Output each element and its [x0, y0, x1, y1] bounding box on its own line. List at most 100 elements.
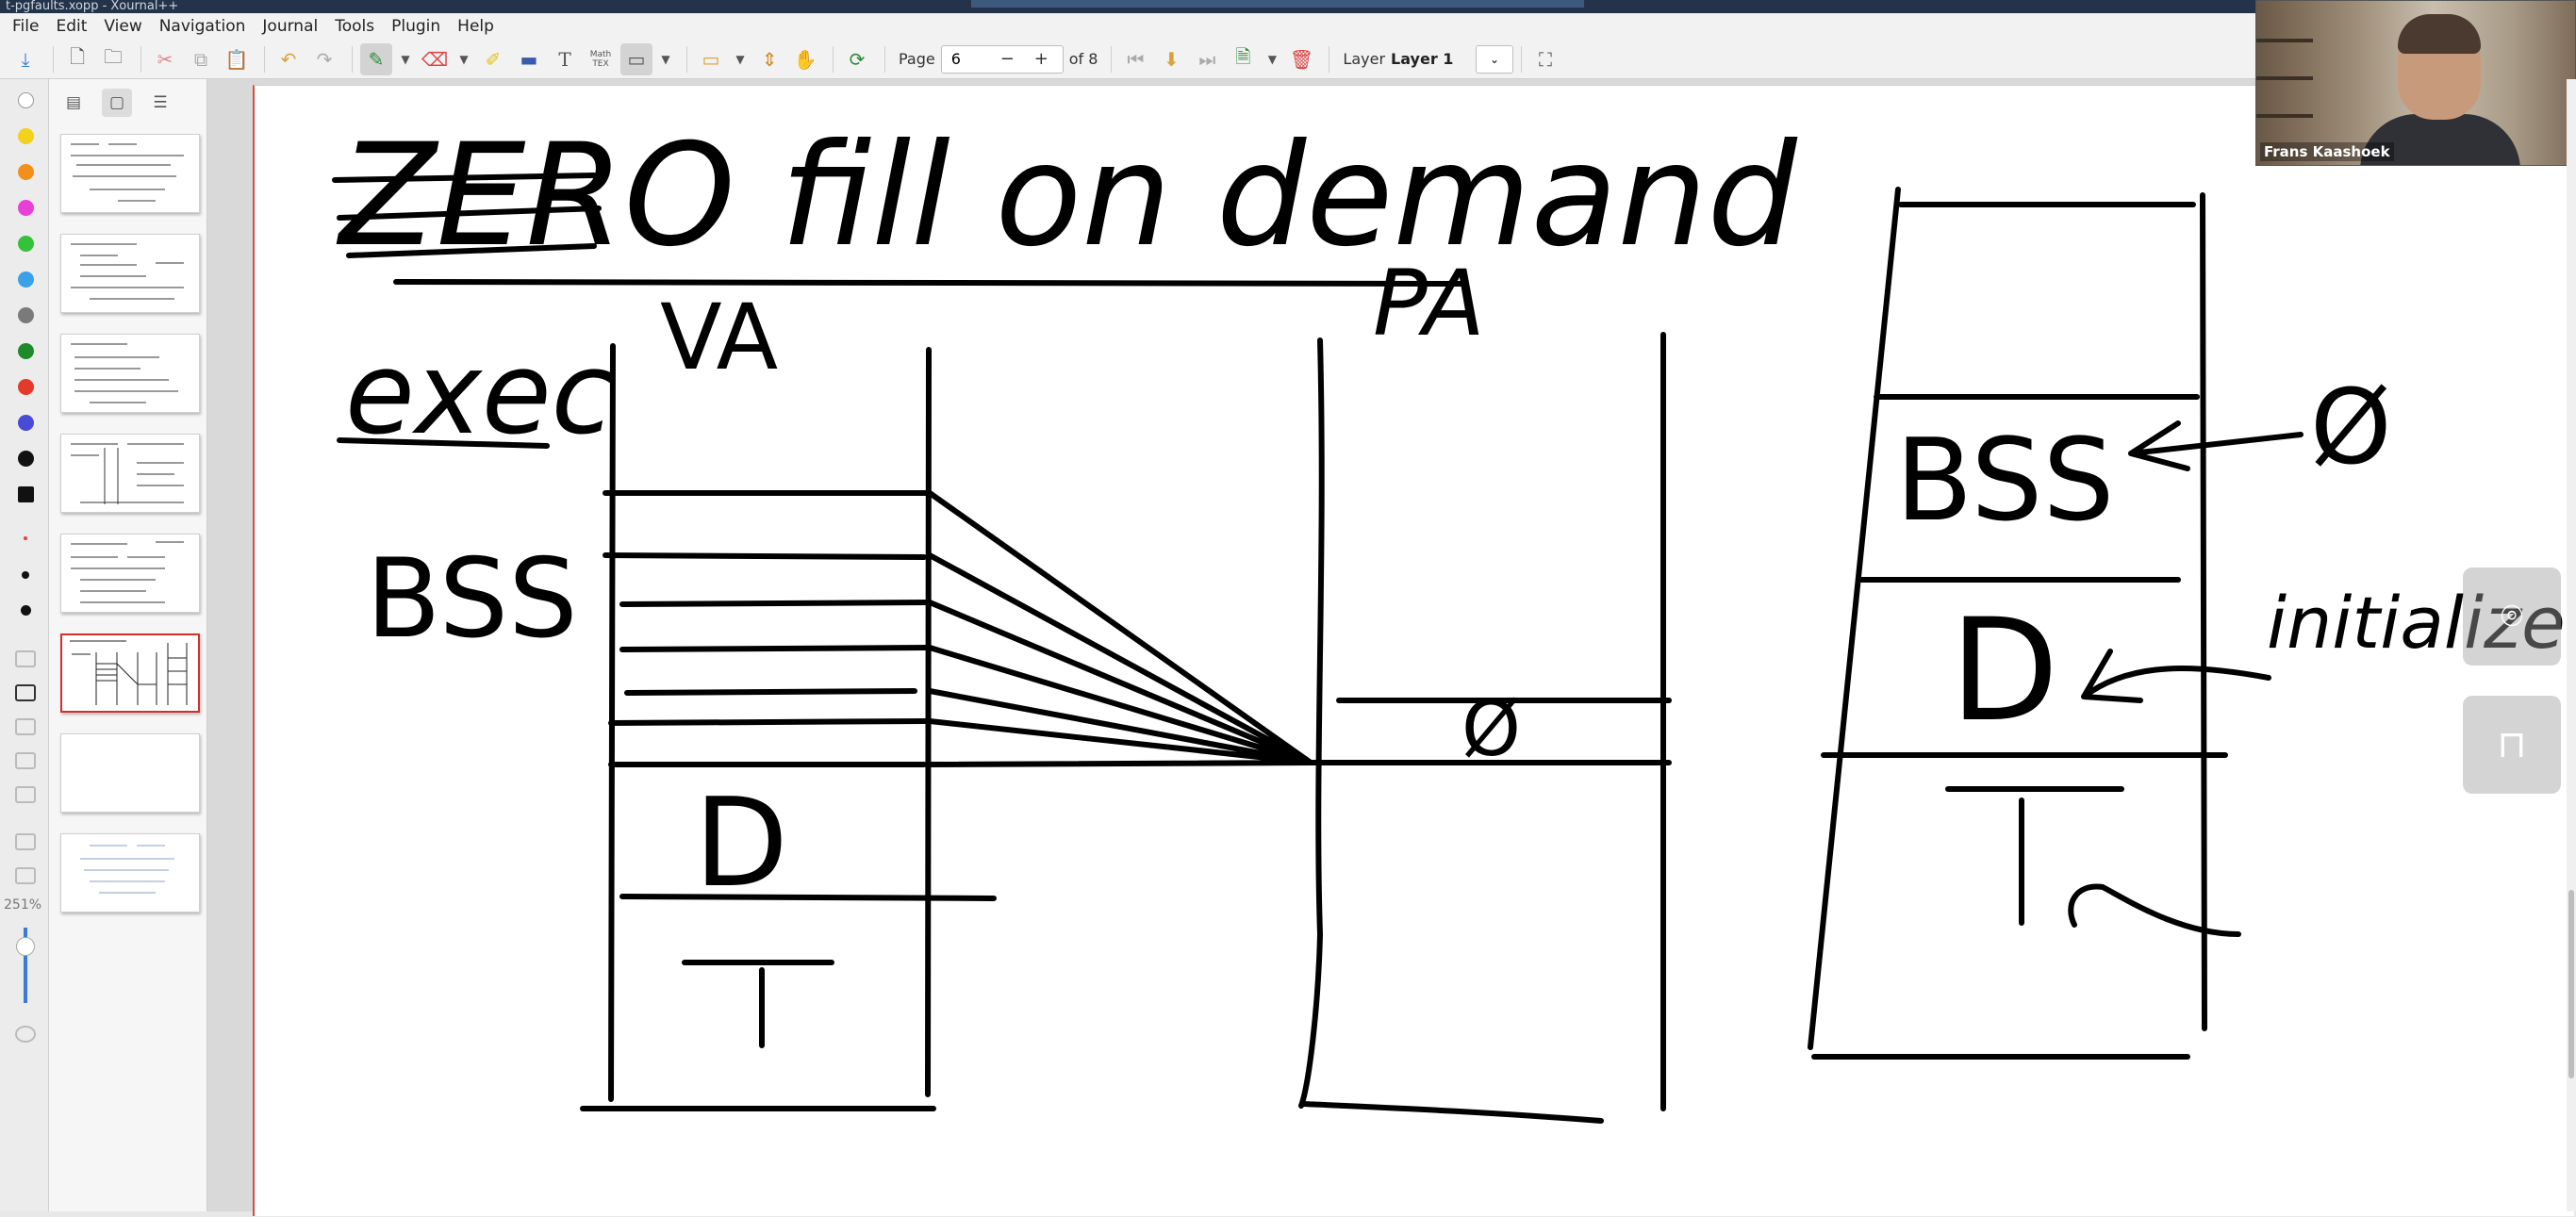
sidebar-tab-pages-icon[interactable]: ▢: [102, 89, 132, 117]
redo-icon[interactable]: ↷: [308, 43, 340, 75]
zoom-fit-icon[interactable]: [15, 867, 36, 884]
vertical-scrollbar[interactable]: [2567, 79, 2576, 1211]
copy-icon[interactable]: ⧉: [185, 43, 217, 75]
color-yellow-swatch[interactable]: [18, 128, 34, 144]
drawing-canvas[interactable]: ZERO fill on demand exec VA PA BSS Ø D T…: [207, 79, 2576, 1216]
page-thumbnail-6[interactable]: [60, 633, 200, 713]
insert-page-dropdown-icon[interactable]: ▼: [1263, 43, 1281, 75]
menu-tools[interactable]: Tools: [326, 17, 383, 36]
page-thumbnail-5[interactable]: [60, 534, 200, 613]
page-thumbnail-4[interactable]: [60, 434, 200, 513]
open-folder-icon[interactable]: 🗀: [97, 43, 129, 75]
pen-size-fine-icon[interactable]: [24, 536, 27, 540]
cut-icon[interactable]: ✂: [149, 43, 181, 75]
page-number-input[interactable]: 6 − +: [940, 44, 1064, 74]
pa-bottom: [1300, 1101, 1604, 1124]
thumbnail-sketch: [71, 443, 184, 504]
scrollbar-thumb[interactable]: [2568, 890, 2574, 1078]
bss-label: BSS: [366, 535, 578, 663]
next-annotated-page-icon[interactable]: ⬇: [1155, 43, 1187, 75]
paste-icon[interactable]: 📋: [221, 43, 253, 75]
menu-journal[interactable]: Journal: [254, 17, 326, 36]
fullscreen-icon[interactable]: ⛶: [1529, 43, 1561, 75]
color-green-swatch[interactable]: [18, 236, 34, 252]
eraser-icon[interactable]: ⌫: [419, 43, 451, 75]
eraser-dropdown-icon[interactable]: ▼: [454, 43, 473, 75]
thumbnail-sketch: [71, 143, 184, 202]
pen-icon[interactable]: ✎: [360, 42, 392, 75]
title-text: ZERO fill on demand: [336, 114, 1798, 278]
unlock-icon[interactable]: ⊓: [2463, 696, 2561, 794]
undo-icon[interactable]: ↶: [272, 43, 305, 75]
select-dropdown-icon[interactable]: ▼: [731, 43, 750, 75]
sidebar-tab-layers-icon[interactable]: ☰: [145, 89, 175, 117]
layer-dropdown-icon[interactable]: ⌄: [1476, 44, 1514, 74]
page-dual-icon[interactable]: [15, 718, 36, 735]
color-light-blue-swatch[interactable]: [18, 271, 34, 288]
shape-recognizer-icon[interactable]: ▭: [620, 42, 652, 75]
color-blue-swatch[interactable]: [18, 415, 34, 431]
zoom-slider-handle[interactable]: [16, 937, 35, 956]
page-thumbnail-7[interactable]: [60, 733, 200, 813]
new-page-icon[interactable]: 🗋: [61, 43, 93, 75]
menu-help[interactable]: Help: [449, 17, 503, 36]
page-minus-button[interactable]: −: [1000, 49, 1015, 69]
color-white-swatch[interactable]: [18, 92, 34, 108]
color-magenta-swatch[interactable]: [18, 200, 34, 216]
layer-select[interactable]: Layer 1: [1391, 45, 1476, 74]
hand-icon[interactable]: ✋: [789, 43, 821, 75]
handwriting: ZERO fill on demand exec VA PA BSS Ø D T…: [336, 114, 2576, 1044]
arrow-zero-to-bss: [2128, 420, 2304, 471]
save-icon[interactable]: ⤓: [9, 43, 41, 75]
refresh-icon[interactable]: ⟳: [841, 43, 873, 75]
page-thumbnail-1[interactable]: [60, 134, 200, 213]
last-page-icon[interactable]: ⏭: [1191, 43, 1223, 75]
page-single-icon[interactable]: [15, 684, 36, 701]
sidebar-tab-outline-icon[interactable]: ▤: [58, 89, 89, 117]
color-dark-green-swatch[interactable]: [18, 343, 34, 359]
color-black-swatch[interactable]: [18, 451, 34, 467]
page-thumbnail-3[interactable]: [60, 334, 200, 413]
menu-edit[interactable]: Edit: [47, 17, 95, 36]
zoom-reset-icon[interactable]: [15, 1026, 36, 1043]
page-total: of 8: [1068, 50, 1098, 68]
pen-size-thick-icon[interactable]: [21, 605, 31, 616]
whiteboard-page[interactable]: ZERO fill on demand exec VA PA BSS Ø D T…: [253, 85, 2576, 1216]
select-rect-icon[interactable]: ▭: [695, 43, 727, 75]
page-continuous-icon[interactable]: [15, 752, 36, 769]
color-red-swatch[interactable]: [18, 379, 34, 395]
vertical-space-icon[interactable]: ⇕: [753, 43, 785, 75]
participant-name: Frans Kaashoek: [2260, 142, 2394, 161]
page-layout-icon[interactable]: [15, 650, 36, 667]
menu-navigation[interactable]: Navigation: [151, 17, 255, 36]
shape-dropdown-icon[interactable]: ▼: [656, 43, 675, 75]
first-page-icon[interactable]: ⏮: [1119, 43, 1151, 75]
delete-page-icon[interactable]: 🗑: [1285, 43, 1317, 75]
menu-file[interactable]: File: [4, 17, 47, 36]
thumbnail-sketch: [80, 845, 174, 894]
main-toolbar: ⤓ 🗋 🗀 ✂ ⧉ 📋 ↶ ↷ ✎ ▼ ⌫ ▼ ✐ ▬ T Math TEX ▭…: [0, 40, 2576, 79]
pen-dropdown-icon[interactable]: ▼: [396, 43, 415, 75]
page-fit-icon[interactable]: [15, 786, 36, 803]
highlighter-icon[interactable]: ✐: [477, 43, 509, 75]
math-tex-icon[interactable]: Math TEX: [585, 43, 617, 75]
title-underline: [393, 279, 1464, 287]
text-icon[interactable]: T: [549, 43, 581, 75]
color-orange-swatch[interactable]: [18, 164, 34, 180]
menu-plugin[interactable]: Plugin: [383, 17, 449, 36]
menu-view[interactable]: View: [95, 17, 150, 36]
pen-size-medium-icon[interactable]: [22, 571, 29, 579]
page-plus-button[interactable]: +: [1034, 49, 1049, 69]
camera-icon[interactable]: ⌾: [2463, 567, 2561, 666]
stack-data-label: D: [1950, 589, 2059, 753]
page-thumbnail-2[interactable]: [60, 234, 200, 313]
image-icon[interactable]: ▬: [513, 43, 545, 75]
pa-zero-symbol: Ø: [1461, 685, 1521, 773]
insert-page-icon[interactable]: 🗎: [1227, 43, 1259, 75]
video-call-overlay[interactable]: Frans Kaashoek: [2255, 0, 2576, 166]
color-black-square-swatch[interactable]: [18, 486, 34, 502]
color-gray-swatch[interactable]: [18, 307, 34, 323]
pa-label: PA: [1373, 251, 1485, 356]
page-thumbnail-8[interactable]: [60, 833, 200, 913]
presentation-icon[interactable]: [15, 833, 36, 850]
